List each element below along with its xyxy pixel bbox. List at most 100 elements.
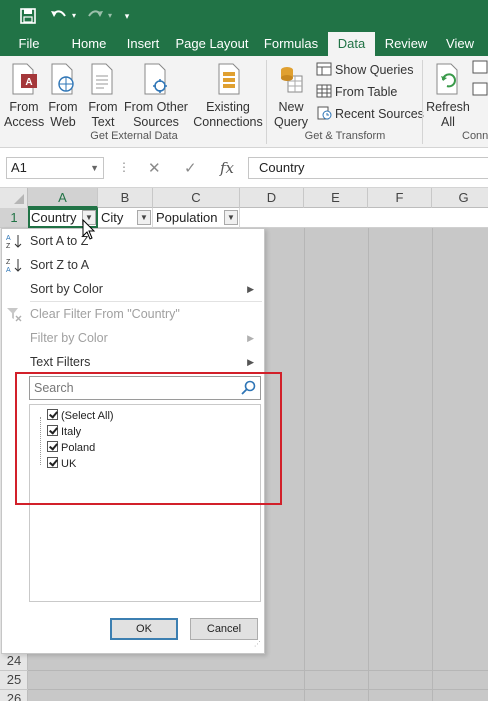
enter-icon[interactable]: ✓ — [184, 159, 197, 177]
redo-dropdown-icon[interactable]: ▾ — [106, 4, 114, 28]
undo-icon[interactable] — [48, 4, 70, 28]
tab-file[interactable]: File — [8, 32, 50, 56]
from-web-button[interactable]: From Web — [44, 62, 82, 130]
svg-text:A: A — [6, 267, 11, 273]
column-header-e[interactable]: E — [304, 188, 368, 208]
filter-dropdown-button-b[interactable]: ▼ — [137, 210, 151, 225]
column-header-f[interactable]: F — [368, 188, 432, 208]
svg-text:A: A — [25, 77, 32, 88]
ribbon-separator — [266, 60, 267, 144]
web-icon — [51, 63, 74, 95]
quick-access-toolbar: ▾ ▾ ▾ — [0, 0, 488, 32]
name-box-value: A1 — [11, 160, 27, 175]
refresh-icon — [436, 63, 458, 95]
row-header-1[interactable]: 1 — [0, 208, 28, 228]
group-label-transform: Get & Transform — [304, 130, 386, 142]
tab-formulas[interactable]: Formulas — [260, 32, 322, 56]
sort-by-color-item[interactable]: Sort by Color ▶ — [2, 277, 264, 301]
show-queries-label: Show Queries — [335, 63, 414, 77]
grid-line — [432, 208, 433, 701]
insert-function-icon[interactable]: fx — [220, 159, 234, 177]
grid-line — [304, 208, 305, 701]
chevron-right-icon: ▶ — [247, 284, 254, 294]
sort-descending-icon: ZA — [6, 257, 22, 274]
svg-text:Z: Z — [6, 243, 11, 249]
undo-dropdown-icon[interactable]: ▾ — [70, 4, 78, 28]
ribbon: A From Access From Web From Text From Ot… — [0, 56, 488, 148]
access-icon: A — [12, 63, 37, 95]
row-header-26[interactable]: 26 — [0, 689, 28, 701]
grid-line — [28, 670, 488, 671]
from-web-label: From Web — [48, 100, 78, 129]
recent-sources-label: Recent Sources — [335, 107, 424, 121]
column-header-d[interactable]: D — [240, 188, 304, 208]
sort-by-color-label: Sort by Color — [30, 282, 103, 296]
cancel-button[interactable]: Cancel — [190, 618, 258, 640]
new-query-button[interactable]: New Query — [268, 62, 314, 130]
cell-b1-text: City — [101, 210, 124, 225]
existing-connections-button[interactable]: Existing Connections — [192, 62, 264, 130]
from-access-button[interactable]: A From Access — [4, 62, 44, 130]
column-header-a[interactable]: A — [28, 188, 98, 208]
text-filters-item[interactable]: Text Filters ▶ — [2, 350, 264, 374]
row-header-24[interactable]: 24 — [0, 651, 28, 671]
recent-sources-icon — [316, 106, 332, 120]
tab-home[interactable]: Home — [64, 32, 114, 56]
filter-by-color-item[interactable]: Filter by Color ▶ — [2, 326, 264, 350]
chevron-down-icon[interactable]: ▼ — [90, 158, 99, 178]
cell-a1-text: Country — [31, 210, 77, 225]
resize-grip-icon[interactable]: ⋰ — [254, 641, 262, 651]
svg-text:A: A — [6, 235, 11, 242]
properties-icon[interactable] — [472, 82, 488, 102]
tab-view[interactable]: View — [440, 32, 480, 56]
column-headers: A B C D E F G — [0, 188, 488, 208]
filter-by-color-label: Filter by Color — [30, 331, 108, 345]
group-label-external: Get External Data — [90, 130, 178, 142]
from-text-button[interactable]: From Text — [84, 62, 122, 130]
sort-z-to-a-item[interactable]: ZA Sort Z to A — [2, 253, 264, 277]
text-file-icon — [91, 63, 113, 95]
customize-icon[interactable]: ▾ — [120, 4, 134, 28]
name-box[interactable]: A1 ▼ — [6, 157, 104, 179]
from-table-label: From Table — [335, 85, 398, 99]
column-header-b[interactable]: B — [98, 188, 153, 208]
cell-c1-text: Population — [156, 210, 218, 225]
tab-page-layout[interactable]: Page Layout — [172, 32, 252, 56]
redo-icon[interactable] — [84, 4, 106, 28]
from-text-label: From Text — [88, 100, 118, 129]
recent-sources-button[interactable]: Recent Sources — [316, 104, 424, 124]
show-queries-button[interactable]: Show Queries — [316, 60, 414, 80]
refresh-all-button[interactable]: Refresh All — [424, 62, 472, 130]
chevron-right-icon: ▶ — [247, 333, 254, 343]
from-other-sources-button[interactable]: From Other Sources — [124, 62, 188, 130]
save-icon[interactable] — [16, 4, 40, 28]
formula-input[interactable]: Country — [248, 157, 488, 179]
ok-button[interactable]: OK — [110, 618, 178, 640]
cancel-icon[interactable]: ✕ — [148, 159, 161, 177]
connections-icon[interactable] — [472, 60, 488, 80]
ribbon-tabs: File Home Insert Page Layout Formulas Da… — [0, 32, 488, 56]
from-table-button[interactable]: From Table — [316, 82, 397, 102]
tab-insert[interactable]: Insert — [120, 32, 166, 56]
from-access-label: From Access — [4, 100, 45, 129]
filter-dropdown-button-c[interactable]: ▼ — [224, 210, 238, 225]
sort-a-to-z-item[interactable]: AZ Sort A to Z — [2, 229, 264, 253]
sort-a-to-z-label: Sort A to Z — [30, 234, 89, 248]
more-options-icon[interactable]: ⋮ — [118, 160, 130, 174]
svg-text:Z: Z — [6, 259, 11, 266]
group-label-connections: Conn — [462, 130, 488, 142]
column-header-g[interactable]: G — [432, 188, 488, 208]
select-all-corner[interactable] — [0, 188, 28, 208]
other-sources-icon — [144, 63, 167, 95]
text-filters-label: Text Filters — [30, 355, 91, 369]
tab-data[interactable]: Data — [328, 32, 375, 56]
tab-review[interactable]: Review — [380, 32, 432, 56]
column-header-c[interactable]: C — [153, 188, 240, 208]
clear-filter-item[interactable]: Clear Filter From "Country" — [2, 302, 264, 326]
existing-connections-label: Existing Connections — [193, 100, 263, 129]
from-table-icon — [316, 84, 332, 98]
existing-connections-icon — [218, 63, 240, 95]
chevron-right-icon: ▶ — [247, 357, 254, 367]
new-query-icon — [281, 67, 303, 93]
row-header-25[interactable]: 25 — [0, 670, 28, 690]
